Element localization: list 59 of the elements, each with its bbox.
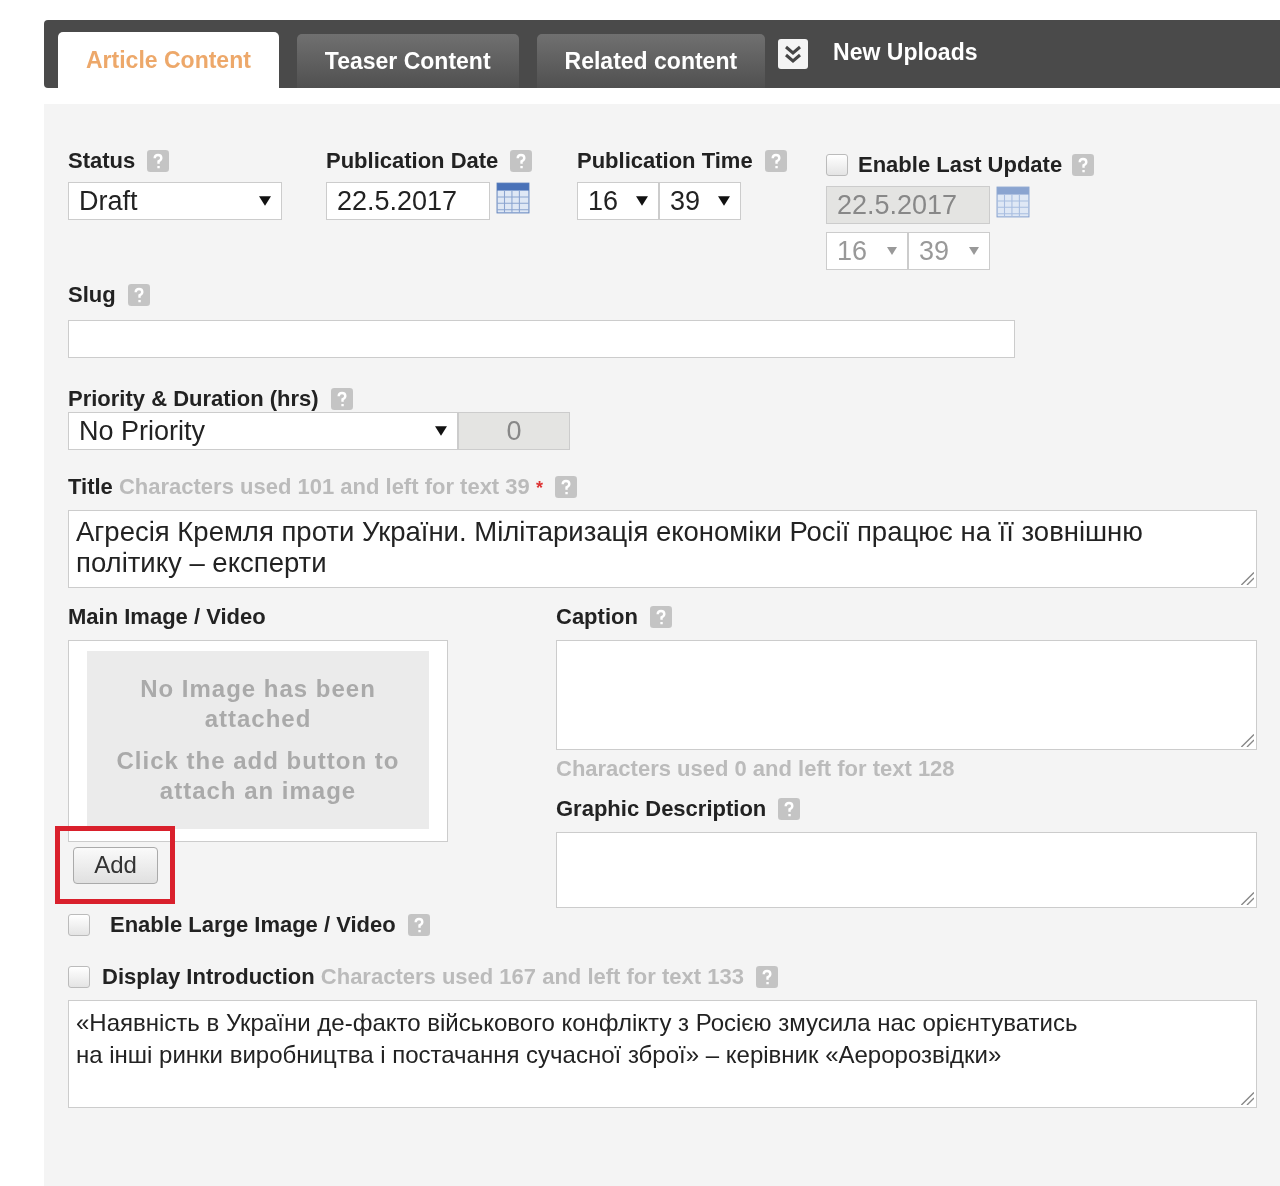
- character-counter: Characters used 101 and left for text 39: [118, 474, 530, 499]
- dropdown-arrow-icon: [636, 196, 648, 206]
- help-icon[interactable]: [755, 966, 778, 988]
- placeholder-text: No Image has been attached: [139, 674, 377, 734]
- checkbox[interactable]: [68, 966, 90, 988]
- help-icon[interactable]: [127, 284, 150, 306]
- date-field[interactable]: 22.5.2017: [326, 182, 490, 220]
- field-label: Priority & Duration (hrs): [68, 386, 319, 412]
- priority-select[interactable]: No Priority: [68, 412, 458, 450]
- help-icon[interactable]: [407, 914, 430, 936]
- tab[interactable]: Teaser Content: [296, 34, 519, 88]
- new-uploads-link[interactable]: New Uploads: [833, 38, 978, 66]
- required-mark: *: [535, 478, 543, 498]
- field-label: Graphic Description: [556, 796, 767, 822]
- resize-grip-icon[interactable]: [1240, 571, 1254, 585]
- graphic-description-textarea[interactable]: [556, 832, 1257, 908]
- field-label: Main Image / Video: [68, 604, 266, 630]
- field-label: Title: [68, 474, 113, 499]
- slug-field[interactable]: [68, 320, 1015, 358]
- dropdown-arrow-icon: [435, 426, 447, 436]
- dropdown-arrow-icon: [259, 196, 271, 206]
- checkbox-label: Display Introduction: [102, 964, 315, 989]
- placeholder-text: Click the add button to attach an image: [115, 746, 401, 806]
- field-label: Publication Time: [577, 148, 753, 174]
- title-textarea[interactable]: Агресія Кремля проти України. Мілітаризація економіки Росії працює на її зовнішню політику – експерти: [68, 510, 1257, 588]
- add-button[interactable]: Add: [73, 846, 158, 884]
- field-label: Slug: [68, 282, 116, 308]
- resize-grip-icon[interactable]: [1240, 1091, 1254, 1105]
- tab[interactable]: Related content: [536, 34, 766, 88]
- checkbox[interactable]: [826, 154, 848, 176]
- help-icon[interactable]: [554, 476, 577, 498]
- minute-select[interactable]: 39: [659, 182, 741, 220]
- calendar-icon[interactable]: [996, 186, 1030, 218]
- help-icon[interactable]: [330, 388, 353, 410]
- calendar-icon[interactable]: [496, 182, 530, 214]
- introduction-textarea[interactable]: «Наявність в України де-факто військового конфлікту з Росією змусила нас орієнтуватись на інші ринки виробництва і постачання сучасної зброї» – керівник «Аеророзвідки»: [68, 1000, 1257, 1108]
- field-label: Caption: [556, 604, 638, 630]
- hour-select[interactable]: 16: [577, 182, 659, 220]
- help-icon[interactable]: [649, 606, 672, 628]
- dropdown-arrow-icon: [718, 196, 730, 206]
- character-counter: Characters used 167 and left for text 133: [320, 964, 744, 989]
- help-icon[interactable]: [510, 150, 533, 172]
- caption-textarea[interactable]: [556, 640, 1257, 750]
- dropdown-arrow-icon: [969, 247, 979, 255]
- double-chevron-icon[interactable]: [777, 38, 810, 70]
- help-icon[interactable]: [1072, 154, 1095, 176]
- character-counter: Characters used 0 and left for text 128: [556, 756, 956, 782]
- field-label: Publication Date: [326, 148, 499, 174]
- help-icon[interactable]: [764, 150, 787, 172]
- status-select[interactable]: Draft: [68, 182, 282, 220]
- checkbox[interactable]: [68, 914, 90, 936]
- checkbox-label: Enable Large Image / Video: [110, 912, 396, 938]
- field-label: Enable Last Update: [858, 152, 1063, 178]
- help-icon[interactable]: [147, 150, 170, 172]
- dropdown-arrow-icon: [887, 247, 897, 255]
- resize-grip-icon[interactable]: [1240, 733, 1254, 747]
- field-label: Status: [68, 148, 136, 174]
- resize-grip-icon[interactable]: [1240, 891, 1254, 905]
- help-icon[interactable]: [778, 798, 801, 820]
